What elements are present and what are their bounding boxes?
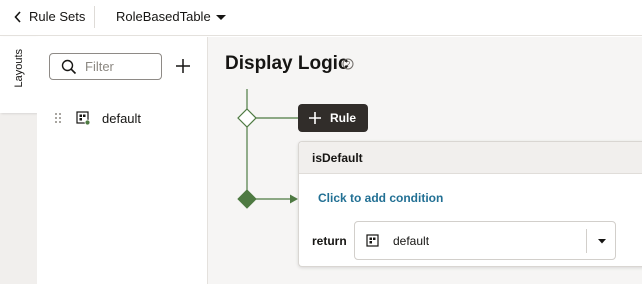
rule-header[interactable]: isDefault: [299, 142, 642, 174]
layouts-panel: default: [37, 37, 208, 284]
help-icon[interactable]: ?: [342, 58, 354, 70]
tab-layouts-label: Layouts: [13, 49, 25, 88]
chevron-left-icon: [14, 10, 21, 23]
arrowhead-icon: [290, 194, 298, 204]
svg-text:?: ?: [346, 60, 351, 69]
search-icon: [61, 59, 77, 74]
plus-icon: [309, 112, 321, 124]
layout-item-label: default: [102, 110, 142, 126]
display-logic-canvas: Display Logic ? Rule isDefault Click to …: [208, 37, 642, 284]
back-label: Rule Sets: [29, 9, 86, 24]
top-bar: Rule Sets RoleBasedTable: [0, 0, 642, 36]
add-icon[interactable]: [173, 56, 193, 76]
decision-node-filled: [237, 189, 257, 209]
layout-item-default[interactable]: default: [54, 109, 141, 127]
drag-handle-icon[interactable]: [54, 112, 62, 124]
rule-card: isDefault Click to add condition return …: [298, 141, 642, 267]
page-heading: Display Logic: [225, 53, 349, 74]
add-condition-link[interactable]: Click to add condition: [318, 191, 443, 205]
select-divider: [586, 229, 587, 253]
add-rule-label: Rule: [330, 111, 357, 125]
page-title: RoleBasedTable: [116, 9, 211, 24]
divider: [94, 6, 95, 28]
filter-input[interactable]: [85, 59, 145, 74]
decision-node-empty: [237, 108, 257, 128]
layout-icon: [76, 111, 90, 125]
caret-down-icon[interactable]: [595, 234, 609, 248]
return-layout-select[interactable]: default: [354, 221, 616, 260]
back-to-rule-sets-link[interactable]: Rule Sets: [14, 9, 85, 24]
return-label: return: [312, 234, 347, 248]
return-layout-value: default: [393, 233, 430, 248]
add-rule-button[interactable]: Rule: [298, 104, 368, 132]
side-tab-strip: Layouts: [0, 37, 37, 284]
layout-icon: [366, 233, 379, 247]
filter-field[interactable]: [49, 53, 162, 80]
caret-down-icon[interactable]: [212, 8, 230, 26]
tab-layouts[interactable]: Layouts: [0, 37, 37, 113]
